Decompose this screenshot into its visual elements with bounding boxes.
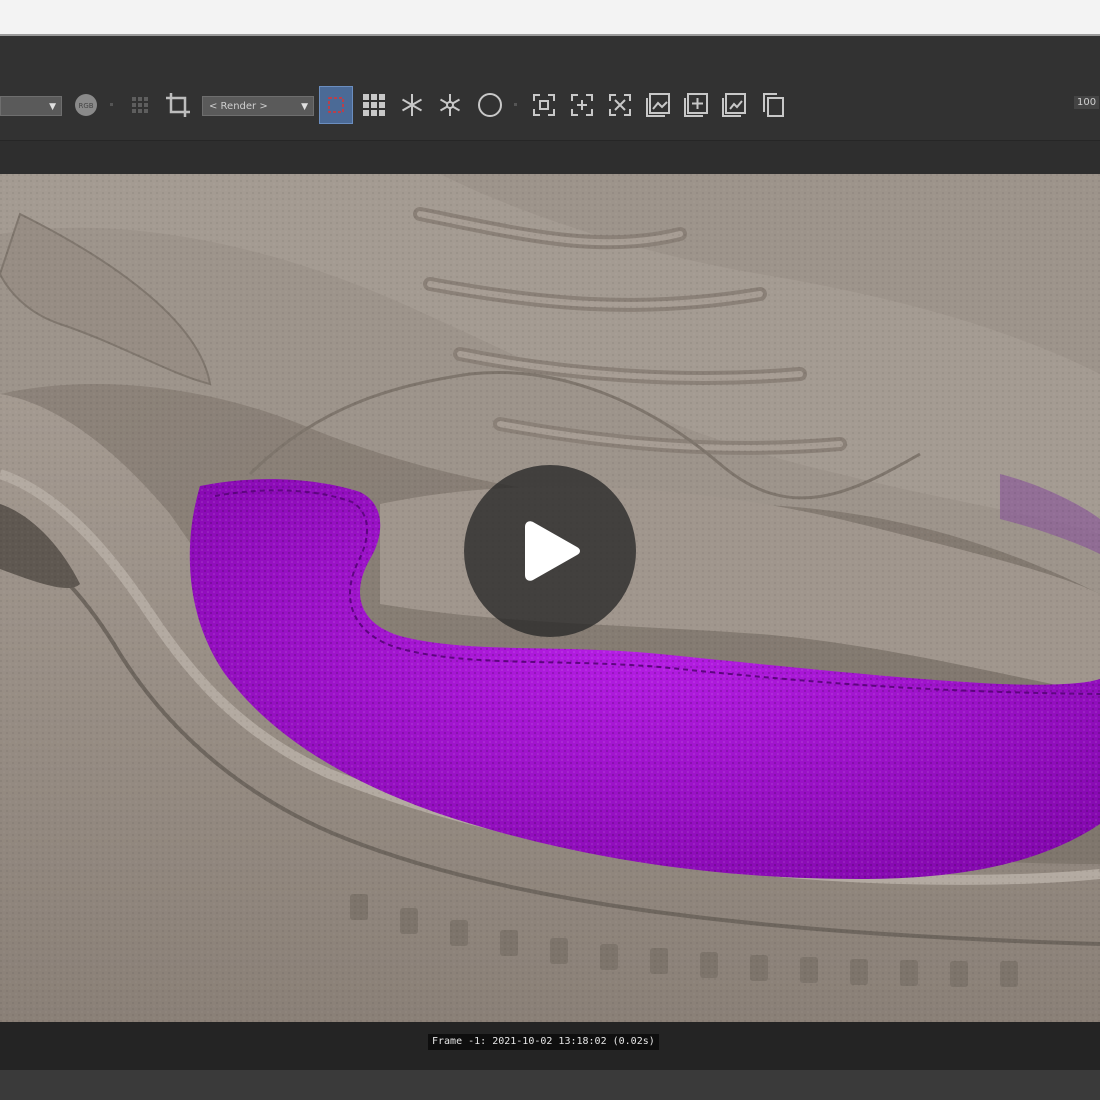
circle-icon[interactable] xyxy=(474,86,506,124)
snowflake-outline-icon[interactable] xyxy=(434,86,466,124)
window-top-strip xyxy=(0,0,1100,36)
channel-icon[interactable]: RGB xyxy=(70,86,102,124)
compare-image-icon[interactable] xyxy=(718,86,750,124)
save-image-icon[interactable] xyxy=(642,86,674,124)
add-image-icon[interactable] xyxy=(680,86,712,124)
window-bottom-strip xyxy=(0,1070,1100,1100)
toolbar-separator xyxy=(514,103,517,106)
play-button[interactable] xyxy=(464,465,636,637)
toolbar-separator xyxy=(110,103,113,106)
snowflake-icon[interactable] xyxy=(396,86,428,124)
toolbar-row: ▼ RGB < Render > ▼ xyxy=(0,86,1100,124)
frame-info-label: Frame -1: 2021-10-02 13:18:02 (0.02s) xyxy=(428,1034,659,1050)
crop-icon[interactable] xyxy=(162,86,194,124)
svg-text:RGB: RGB xyxy=(78,102,93,110)
zoom-value[interactable]: 100 xyxy=(1074,96,1100,109)
play-icon xyxy=(525,521,580,581)
grid-dots-icon[interactable] xyxy=(126,86,154,124)
grid-icon[interactable] xyxy=(358,86,390,124)
fit-frame-icon[interactable] xyxy=(528,86,560,124)
copy-image-icon[interactable] xyxy=(756,86,788,124)
channel-dropdown[interactable]: ▼ xyxy=(0,96,62,116)
frame-cross-icon[interactable] xyxy=(604,86,636,124)
region-render-icon[interactable] xyxy=(319,86,353,124)
chevron-down-icon: ▼ xyxy=(301,102,308,112)
chevron-down-icon: ▼ xyxy=(49,102,56,112)
frame-expand-icon[interactable] xyxy=(566,86,598,124)
render-dropdown[interactable]: < Render > ▼ xyxy=(202,96,314,116)
render-dropdown-value: < Render > xyxy=(209,101,268,112)
frame-buffer-subbar xyxy=(0,140,1100,175)
